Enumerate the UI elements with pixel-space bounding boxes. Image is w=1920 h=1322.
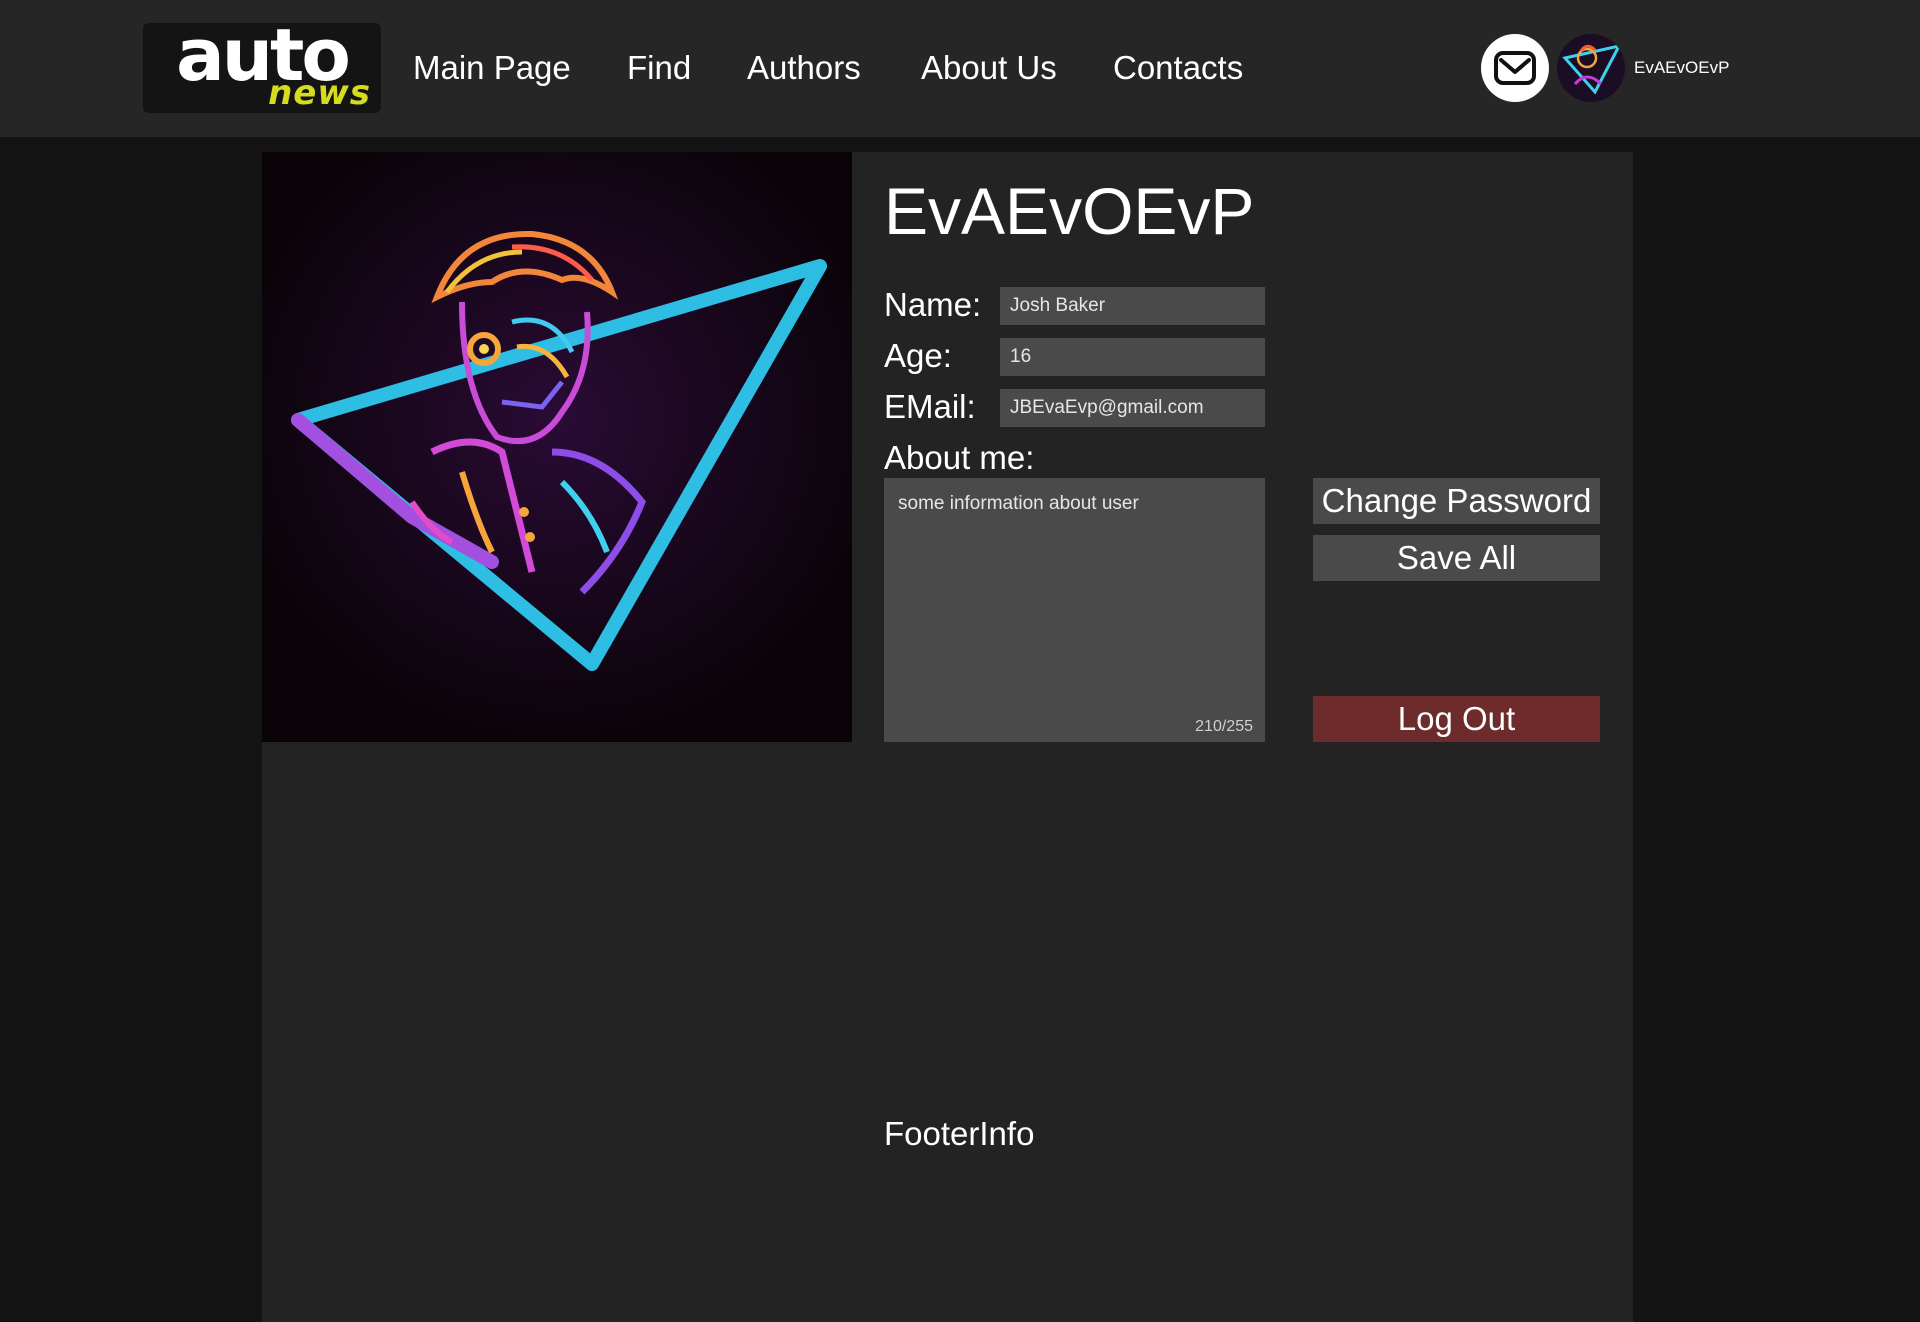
change-password-button[interactable]: Change Password bbox=[1313, 478, 1600, 524]
nav-about-us[interactable]: About Us bbox=[921, 46, 1057, 90]
about-me-textarea[interactable]: some information about user bbox=[884, 478, 1265, 742]
top-header: auto news Main Page Find Authors About U… bbox=[0, 0, 1920, 137]
user-avatar-small[interactable] bbox=[1557, 34, 1625, 102]
neon-portrait-image bbox=[262, 152, 852, 742]
about-me-label: About me: bbox=[884, 439, 1035, 476]
nav-main-page[interactable]: Main Page bbox=[413, 46, 571, 90]
neon-avatar-icon bbox=[1562, 43, 1622, 95]
about-me-box: some information about user 210/255 bbox=[884, 478, 1265, 742]
site-logo[interactable]: auto news bbox=[143, 23, 381, 113]
name-label: Name: bbox=[884, 286, 982, 323]
save-all-button[interactable]: Save All bbox=[1313, 535, 1600, 581]
footer-info: FooterInfo bbox=[884, 1115, 1035, 1152]
logo-news-text: news bbox=[268, 73, 371, 113]
nav-authors[interactable]: Authors bbox=[747, 46, 861, 90]
name-field[interactable] bbox=[1000, 287, 1265, 325]
profile-avatar bbox=[262, 152, 852, 742]
nav-find[interactable]: Find bbox=[627, 46, 691, 90]
email-field[interactable] bbox=[1000, 389, 1265, 427]
age-label: Age: bbox=[884, 337, 952, 374]
profile-title: EvAEvOEvP bbox=[884, 174, 1255, 248]
nav-contacts[interactable]: Contacts bbox=[1113, 46, 1243, 90]
header-username[interactable]: EvAEvOEvP bbox=[1634, 56, 1729, 80]
email-label: EMail: bbox=[884, 388, 976, 425]
character-counter: 210/255 bbox=[1195, 718, 1253, 735]
messages-button[interactable] bbox=[1481, 34, 1549, 102]
envelope-icon bbox=[1494, 51, 1536, 85]
age-field[interactable] bbox=[1000, 338, 1265, 376]
log-out-button[interactable]: Log Out bbox=[1313, 696, 1600, 742]
